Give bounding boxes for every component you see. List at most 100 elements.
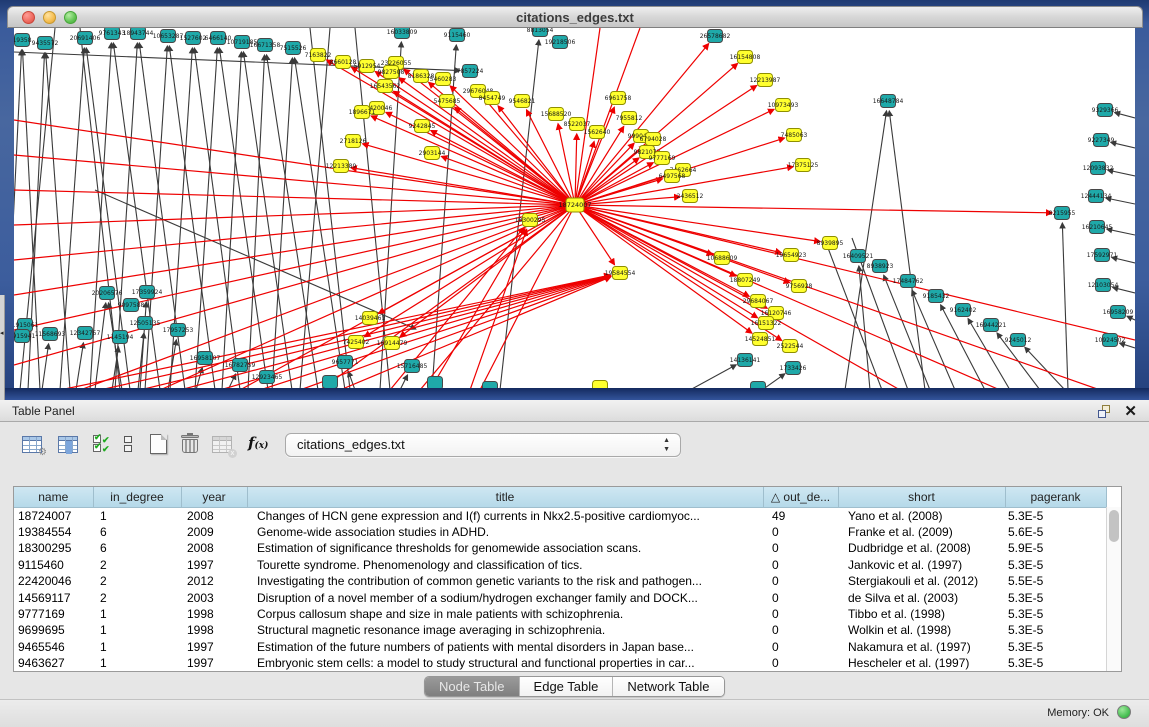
cell-in_degree[interactable]: 6 — [93, 540, 181, 556]
table-row[interactable]: 911546021997Tourette syndrome. Phenomeno… — [14, 557, 1106, 573]
graph-node[interactable]: 12093832 — [1083, 162, 1114, 175]
graph-node[interactable]: 12213987 — [750, 74, 781, 87]
column-header-short[interactable]: short — [838, 487, 1005, 507]
table-row[interactable]: 2242004622012Investigating the contribut… — [14, 573, 1106, 589]
cell-name[interactable]: 14569117 — [14, 590, 93, 606]
graph-edge[interactable] — [222, 52, 241, 390]
graph-edge[interactable] — [180, 276, 610, 390]
cell-pagerank[interactable]: 5.5E-5 — [1005, 573, 1106, 589]
graph-node[interactable]: 12103054 — [1088, 279, 1119, 292]
cell-title[interactable]: Genome-wide association studies in ADHD. — [247, 524, 763, 540]
table-row[interactable]: 969969511998Structural magnetic resonanc… — [14, 622, 1106, 638]
cell-short[interactable]: Dudbridge et al. (2008) — [838, 540, 1005, 556]
graph-edge[interactable] — [260, 276, 610, 390]
graph-node[interactable]: 3915941 — [14, 330, 36, 343]
graph-node[interactable]: 7955812 — [616, 112, 643, 125]
graph-edge[interactable] — [95, 303, 106, 390]
cell-title[interactable]: Estimation of significance thresholds fo… — [247, 540, 763, 556]
cell-pagerank[interactable]: 5.3E-5 — [1005, 507, 1106, 524]
graph-node[interactable]: 1527602 — [180, 32, 207, 45]
column-header-year[interactable]: year — [181, 487, 247, 507]
graph-node[interactable]: 17359924 — [132, 286, 163, 299]
graph-edge[interactable] — [575, 44, 709, 205]
graph-node[interactable]: 16154808 — [730, 51, 761, 64]
graph-node[interactable]: 10924502 — [1095, 334, 1126, 347]
cell-short[interactable]: Yano et al. (2008) — [838, 507, 1005, 524]
cell-name[interactable]: 9699695 — [14, 622, 93, 638]
cell-year[interactable]: 2003 — [181, 590, 247, 606]
column-header-title[interactable]: title — [247, 487, 763, 507]
graph-node[interactable]: 17484762 — [893, 275, 924, 288]
cell-name[interactable]: 9465546 — [14, 639, 93, 655]
network-graph-canvas[interactable]: 1935894355722069140697613431894374410653… — [14, 28, 1135, 390]
graph-edge[interactable] — [300, 28, 330, 390]
graph-node[interactable]: 2903144 — [419, 147, 446, 160]
table-row[interactable]: 1830029562008Estimation of significance … — [14, 540, 1106, 556]
collapse-arrow-icon[interactable]: ◂ — [0, 330, 4, 337]
graph-edge[interactable] — [145, 46, 167, 390]
graph-node[interactable]: 9329366 — [1092, 104, 1119, 117]
vertical-scrollbar[interactable] — [1106, 507, 1121, 671]
graph-edge[interactable] — [575, 205, 1052, 213]
graph-edge[interactable] — [575, 85, 757, 205]
new-file-icon[interactable] — [150, 434, 167, 454]
cell-in_degree[interactable]: 1 — [93, 507, 181, 524]
graph-node[interactable]: 16409521 — [843, 250, 874, 263]
graph-node[interactable]: 19358 — [14, 34, 32, 47]
graph-edge[interactable] — [300, 276, 611, 390]
graph-node[interactable]: 2718126 — [340, 135, 367, 148]
cell-out_de[interactable]: 0 — [763, 557, 838, 573]
cell-short[interactable]: Nakamura et al. (1997) — [838, 639, 1005, 655]
column-header-pagerank[interactable]: pagerank — [1005, 487, 1106, 507]
cell-pagerank[interactable]: 5.3E-5 — [1005, 590, 1106, 606]
cell-year[interactable]: 2008 — [181, 507, 247, 524]
cell-title[interactable]: Structural magnetic resonance image aver… — [247, 622, 763, 638]
cell-out_de[interactable]: 49 — [763, 507, 838, 524]
cell-short[interactable]: Tibbo et al. (1998) — [838, 606, 1005, 622]
cell-pagerank[interactable]: 5.3E-5 — [1005, 622, 1106, 638]
cell-short[interactable]: de Silva et al. (2003) — [838, 590, 1005, 606]
dropdown-stepper-icon[interactable]: ▲▼ — [663, 436, 670, 454]
graph-node[interactable]: 12444134 — [1081, 190, 1112, 203]
graph-edge[interactable] — [14, 205, 575, 225]
graph-edge[interactable] — [267, 55, 318, 390]
tab-edge-table[interactable]: Edge Table — [520, 677, 614, 696]
graph-node[interactable]: 15716485 — [397, 360, 428, 373]
cell-short[interactable]: Franke et al. (2009) — [838, 524, 1005, 540]
graph-node[interactable]: 19218506 — [545, 36, 576, 49]
graph-edge[interactable] — [393, 91, 575, 205]
graph-node[interactable]: 15688520 — [541, 108, 572, 121]
graph-edge[interactable] — [690, 365, 736, 390]
cell-year[interactable]: 1998 — [181, 622, 247, 638]
graph-node[interactable]: 7485063 — [781, 129, 808, 142]
graph-edge[interactable] — [42, 344, 49, 390]
function-builder-icon[interactable]: f(x) — [248, 434, 268, 452]
table-row[interactable]: 946554611997Estimation of the future num… — [14, 639, 1106, 655]
graph-node[interactable]: 7425402 — [343, 336, 370, 349]
cell-pagerank[interactable]: 5.3E-5 — [1005, 639, 1106, 655]
cell-out_de[interactable]: 0 — [763, 590, 838, 606]
collapsed-west-panel-strip[interactable] — [0, 295, 5, 400]
cell-out_de[interactable]: 0 — [763, 639, 838, 655]
graph-node[interactable]: 9245012 — [1005, 334, 1032, 347]
cell-name[interactable]: 18724007 — [14, 507, 93, 524]
cell-year[interactable]: 1997 — [181, 639, 247, 655]
cell-out_de[interactable]: 0 — [763, 524, 838, 540]
graph-edge[interactable] — [1025, 347, 1065, 390]
graph-edge[interactable] — [455, 107, 575, 205]
tab-node-table[interactable]: Node Table — [425, 677, 520, 696]
graph-node[interactable]: 12342757 — [70, 327, 101, 340]
column-header-name[interactable]: name — [14, 487, 93, 507]
table-row[interactable]: 1872400712008Changes of HCN gene express… — [14, 507, 1106, 524]
cell-title[interactable]: Changes of HCN gene expression and I(f) … — [247, 507, 763, 524]
cell-year[interactable]: 2008 — [181, 540, 247, 556]
graph-node[interactable]: 2436512 — [677, 190, 704, 203]
cell-in_degree[interactable]: 1 — [93, 622, 181, 638]
graph-node[interactable]: 17375125 — [788, 159, 819, 172]
graph-edge[interactable] — [889, 111, 925, 390]
graph-node[interactable]: 9761343 — [99, 28, 126, 40]
cell-year[interactable]: 1997 — [181, 557, 247, 573]
tab-network-table[interactable]: Network Table — [613, 677, 723, 696]
cell-in_degree[interactable]: 1 — [93, 639, 181, 655]
graph-node[interactable]: 18943744 — [123, 28, 154, 40]
